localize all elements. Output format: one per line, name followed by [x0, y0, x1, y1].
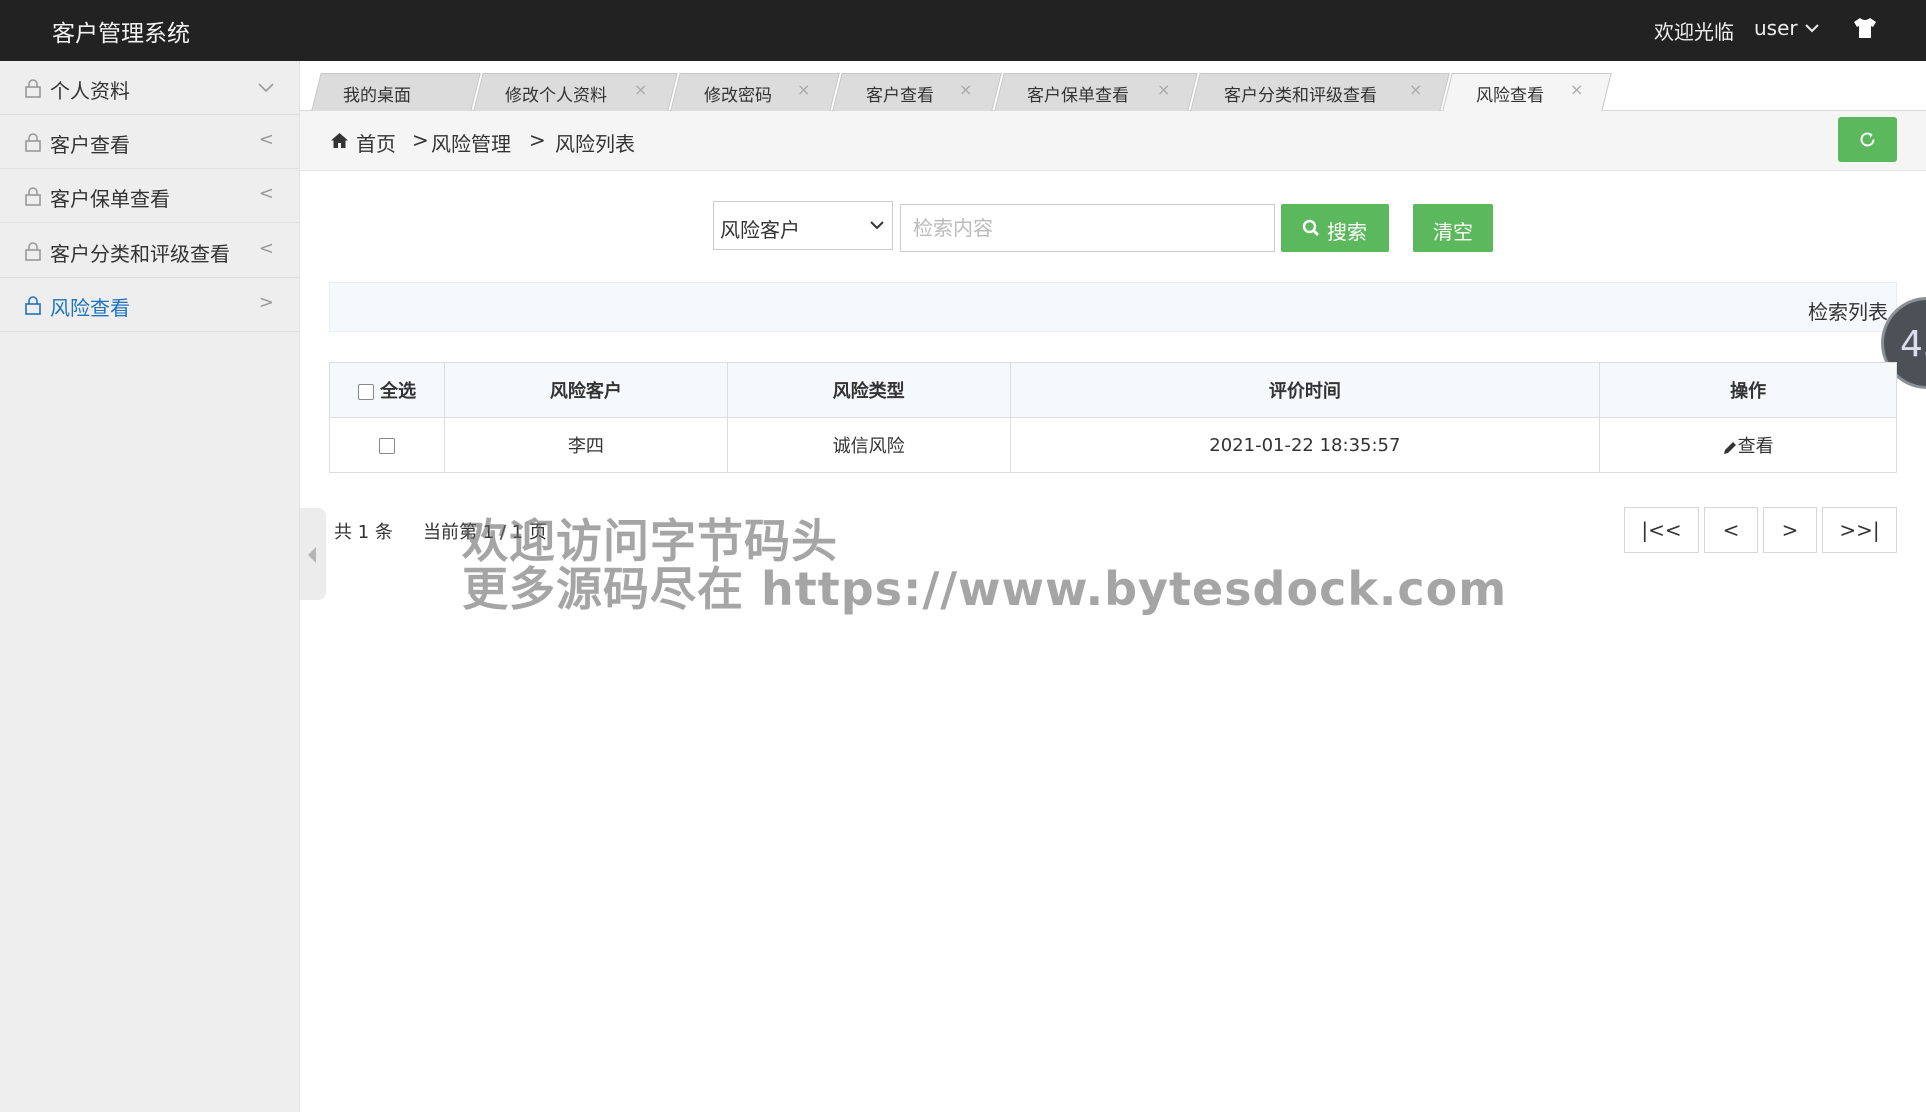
- sidebar-item-label: 风险查看: [50, 296, 130, 320]
- app-title: 客户管理系统: [52, 21, 190, 47]
- chevron-left-icon: <: [258, 183, 274, 204]
- sidebar-item-risk-view[interactable]: 风险查看 >: [0, 278, 300, 332]
- chevron-left-icon: <: [258, 238, 274, 259]
- clear-button[interactable]: 清空: [1413, 204, 1493, 252]
- select-all-label: 全选: [380, 381, 417, 402]
- breadcrumb-risk-list: 风险列表: [555, 132, 635, 156]
- tab-label: 客户保单查看: [1027, 86, 1129, 106]
- chevron-right-icon: >: [258, 292, 274, 313]
- last-page-button[interactable]: >>|: [1822, 507, 1897, 553]
- home-icon: [331, 133, 348, 148]
- sidebar-item-profile[interactable]: 个人资料: [0, 61, 300, 115]
- lock-icon: [25, 296, 41, 315]
- select-all-header: 全选: [329, 362, 445, 418]
- result-list-header: 检索列表: [329, 282, 1897, 332]
- next-page-button[interactable]: >: [1763, 507, 1817, 553]
- action-cell: 查看: [1599, 417, 1897, 473]
- top-header: 客户管理系统 欢迎光临 user: [0, 0, 1926, 61]
- breadcrumb-separator: >: [529, 128, 546, 152]
- lock-icon: [25, 133, 41, 152]
- column-header: 操作: [1599, 362, 1897, 418]
- chevron-down-icon: [258, 83, 274, 93]
- row-checkbox[interactable]: [378, 437, 395, 454]
- search-field-select[interactable]: 风险客户: [713, 201, 893, 250]
- column-header: 评价时间: [1009, 362, 1601, 418]
- user-menu[interactable]: user: [1754, 16, 1798, 40]
- chevron-left-icon: <: [258, 129, 274, 150]
- close-icon[interactable]: ×: [797, 80, 810, 99]
- column-header: 风险客户: [443, 362, 728, 418]
- customer-cell: 李四: [443, 417, 728, 473]
- row-select-cell: [329, 417, 445, 473]
- sidebar-item-label: 客户查看: [50, 133, 130, 157]
- tab-label: 风险查看: [1476, 86, 1544, 106]
- result-list-title: 检索列表: [1808, 300, 1888, 324]
- total-count: 共 1 条: [334, 522, 393, 543]
- sidebar-item-label: 个人资料: [50, 79, 130, 103]
- table-row: 李四 诚信风险 2021-01-22 18:35:57 查看: [329, 417, 1897, 473]
- refresh-icon: [1860, 132, 1875, 147]
- lock-icon: [25, 242, 41, 261]
- theme-shirt-icon[interactable]: [1852, 16, 1878, 40]
- chevron-down-icon: [870, 221, 884, 230]
- tab-label: 我的桌面: [343, 86, 411, 106]
- tab-label: 修改密码: [704, 86, 772, 106]
- sidebar-item-label: 客户保单查看: [50, 187, 170, 211]
- search-input[interactable]: [900, 204, 1275, 252]
- select-value: 风险客户: [720, 218, 800, 242]
- sidebar-collapse-handle[interactable]: [300, 508, 326, 600]
- select-all-checkbox[interactable]: [357, 384, 374, 400]
- sidebar-item-label: 客户分类和评级查看: [50, 242, 230, 266]
- lock-icon: [25, 187, 41, 206]
- breadcrumb: 首页 > 风险管理 > 风险列表: [300, 111, 1926, 171]
- welcome-text: 欢迎光临: [1654, 20, 1734, 44]
- pencil-icon: [1723, 441, 1736, 454]
- breadcrumb-home[interactable]: 首页: [356, 128, 396, 157]
- sidebar-item-classification[interactable]: 客户分类和评级查看 <: [0, 224, 300, 278]
- sidebar-item-customer-view[interactable]: 客户查看 <: [0, 115, 300, 169]
- close-icon[interactable]: ×: [634, 80, 647, 99]
- sidebar: 个人资料 客户查看 < 客户保单查看 < 客户分类和评级查看 < 风险查看 >: [0, 61, 300, 1112]
- search-button-label: 搜索: [1327, 220, 1367, 244]
- search-button[interactable]: 搜索: [1281, 204, 1389, 252]
- search-icon: [1302, 219, 1319, 236]
- refresh-button[interactable]: [1838, 117, 1897, 162]
- watermark-line-2: 更多源码尽在 https://www.bytesdock.com: [462, 562, 1508, 616]
- tab-label: 修改个人资料: [505, 86, 607, 106]
- breadcrumb-risk-management[interactable]: 风险管理: [431, 128, 511, 157]
- tab-bar: 我的桌面 修改个人资料 × 修改密码 × 客户查看 × 客户保单查看 × 客户分…: [300, 61, 1926, 111]
- sidebar-item-policy-view[interactable]: 客户保单查看 <: [0, 169, 300, 223]
- tab-label: 客户分类和评级查看: [1224, 86, 1377, 106]
- risk-type-cell: 诚信风险: [726, 417, 1011, 473]
- risk-table: 全选 风险客户 风险类型 评价时间 操作 李四 诚信风险 2021-01-22 …: [329, 362, 1897, 473]
- column-header: 风险类型: [726, 362, 1011, 418]
- prev-page-button[interactable]: <: [1704, 507, 1758, 553]
- close-icon[interactable]: ×: [1570, 80, 1583, 99]
- first-page-button[interactable]: |<<: [1624, 507, 1699, 553]
- close-icon[interactable]: ×: [1409, 80, 1422, 99]
- close-icon[interactable]: ×: [959, 80, 972, 99]
- view-link[interactable]: 查看: [1723, 436, 1774, 457]
- breadcrumb-separator: >: [412, 128, 429, 152]
- floating-badge-text: 43: [1900, 324, 1926, 365]
- clear-button-label: 清空: [1433, 220, 1473, 244]
- view-link-label: 查看: [1737, 436, 1774, 457]
- close-icon[interactable]: ×: [1157, 80, 1170, 99]
- tab-label: 客户查看: [866, 86, 934, 106]
- caret-left-icon: [308, 547, 316, 563]
- lock-icon: [25, 79, 41, 98]
- chevron-down-icon[interactable]: [1804, 20, 1820, 36]
- eval-time-cell: 2021-01-22 18:35:57: [1009, 417, 1601, 473]
- table-header-row: 全选 风险客户 风险类型 评价时间 操作: [329, 362, 1897, 418]
